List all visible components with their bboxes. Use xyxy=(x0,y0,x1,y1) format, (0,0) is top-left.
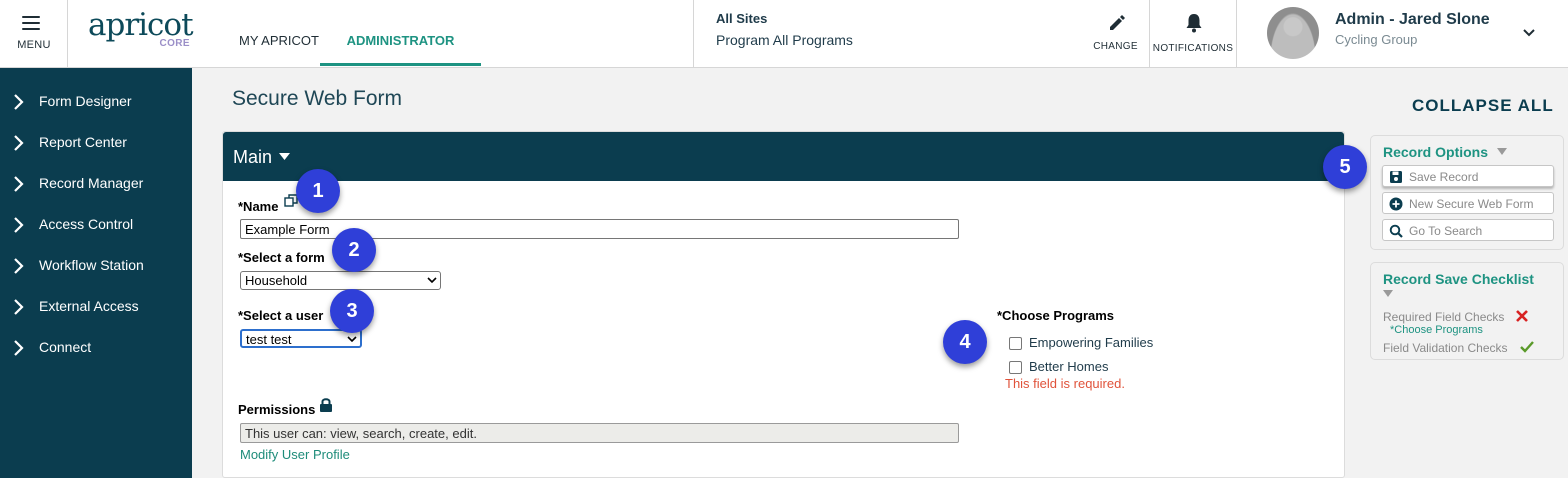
new-secure-web-form-button[interactable]: New Secure Web Form xyxy=(1382,192,1554,214)
change-label: CHANGE xyxy=(1093,41,1138,52)
notifications-label: NOTIFICATIONS xyxy=(1152,43,1234,54)
callout-badge-4: 4 xyxy=(943,320,987,364)
permissions-field xyxy=(240,423,959,443)
caret-down-icon[interactable] xyxy=(1497,148,1507,156)
change-button[interactable]: CHANGE xyxy=(1082,0,1149,67)
caret-down-icon xyxy=(279,153,290,160)
chevron-right-icon xyxy=(14,135,24,151)
sidebar-item-record-manager[interactable]: Record Manager xyxy=(0,169,192,199)
program-label: Empowering Families xyxy=(1029,335,1154,350)
sidebar-item-workflow-station[interactable]: Workflow Station xyxy=(0,251,192,281)
site-selector[interactable]: All Sites Program All Programs xyxy=(693,0,1078,67)
record-options-title[interactable]: Record Options xyxy=(1383,144,1488,160)
user-group: Cycling Group xyxy=(1335,32,1418,47)
plus-circle-icon xyxy=(1389,197,1403,211)
check-mark-icon xyxy=(1520,341,1534,353)
hamburger-icon xyxy=(22,16,40,34)
chevron-right-icon xyxy=(14,176,24,192)
required-field-detail[interactable]: *Choose Programs xyxy=(1390,324,1483,336)
programs-error-message: This field is required. xyxy=(1005,376,1125,391)
required-field-checks: Required Field Checks xyxy=(1383,310,1505,324)
program-checkbox-empowering-families[interactable] xyxy=(1009,337,1022,350)
callout-badge-2: 2 xyxy=(332,228,376,272)
modify-user-profile-link[interactable]: Modify User Profile xyxy=(240,447,350,462)
site-program: Program All Programs xyxy=(716,32,853,48)
search-icon xyxy=(1389,224,1403,238)
site-title: All Sites xyxy=(716,11,768,26)
callout-badge-3: 3 xyxy=(330,289,374,333)
pencil-icon xyxy=(1110,15,1125,30)
page-title: Secure Web Form xyxy=(232,87,402,110)
chevron-right-icon xyxy=(14,299,24,315)
chevron-down-icon xyxy=(347,336,357,343)
collapse-all-button[interactable]: COLLAPSE ALL xyxy=(1412,96,1554,116)
main-section-header[interactable]: Main xyxy=(223,132,1344,181)
program-checkbox-better-homes[interactable] xyxy=(1009,361,1022,374)
sidebar-item-connect[interactable]: Connect xyxy=(0,333,192,363)
checklist-title[interactable]: Record Save Checklist xyxy=(1383,271,1534,287)
user-select[interactable]: test test xyxy=(240,329,362,348)
sidebar-item-external-access[interactable]: External Access xyxy=(0,292,192,322)
chevron-right-icon xyxy=(14,217,24,233)
notifications-button[interactable]: NOTIFICATIONS xyxy=(1149,0,1237,67)
lock-icon xyxy=(320,398,332,412)
callout-badge-5: 5 xyxy=(1323,145,1367,189)
chevron-right-icon xyxy=(14,258,24,274)
field-validation-checks: Field Validation Checks xyxy=(1383,341,1508,355)
x-mark-icon xyxy=(1516,310,1528,322)
chevron-right-icon xyxy=(14,340,24,356)
chevron-right-icon xyxy=(14,94,24,110)
save-record-button[interactable]: Save Record xyxy=(1382,165,1554,187)
chevron-down-icon xyxy=(427,277,437,284)
main-section-panel: Main *Name *Select a form Household *Sel… xyxy=(222,131,1345,478)
select-user-label: *Select a user xyxy=(238,308,324,323)
apricot-logo[interactable]: apricot CORE xyxy=(88,8,198,56)
tab-administrator[interactable]: ADMINISTRATOR xyxy=(320,0,481,66)
sidebar-item-access-control[interactable]: Access Control xyxy=(0,210,192,240)
top-header: MENU apricot CORE MY APRICOT ADMINISTRAT… xyxy=(0,0,1568,68)
choose-programs-label: *Choose Programs xyxy=(997,308,1115,323)
menu-button[interactable]: MENU xyxy=(0,0,68,67)
bell-icon xyxy=(1186,14,1202,33)
form-select[interactable]: Household xyxy=(240,271,441,290)
admin-sidebar: Form Designer Report Center Record Manag… xyxy=(0,68,192,478)
sidebar-item-report-center[interactable]: Report Center xyxy=(0,128,192,158)
select-form-label: *Select a form xyxy=(238,250,325,265)
caret-down-icon[interactable] xyxy=(1383,290,1393,298)
floppy-disk-icon xyxy=(1390,171,1402,183)
section-title: Main xyxy=(233,147,273,167)
name-label: *Name xyxy=(238,199,279,214)
tab-my-apricot[interactable]: MY APRICOT xyxy=(239,0,319,66)
menu-label: MENU xyxy=(17,39,51,51)
record-save-checklist-panel: Record Save Checklist Required Field Che… xyxy=(1370,262,1564,360)
user-name: Admin - Jared Slone xyxy=(1335,11,1490,28)
callout-badge-1: 1 xyxy=(296,169,340,213)
go-to-search-button[interactable]: Go To Search xyxy=(1382,219,1554,241)
record-options-panel: Record Options Save Record New Secure We… xyxy=(1370,135,1564,250)
chevron-down-icon[interactable] xyxy=(1520,24,1538,42)
user-avatar[interactable] xyxy=(1267,7,1319,59)
sidebar-item-form-designer[interactable]: Form Designer xyxy=(0,87,192,117)
permissions-label: Permissions xyxy=(238,402,316,417)
program-label: Better Homes xyxy=(1029,359,1109,374)
